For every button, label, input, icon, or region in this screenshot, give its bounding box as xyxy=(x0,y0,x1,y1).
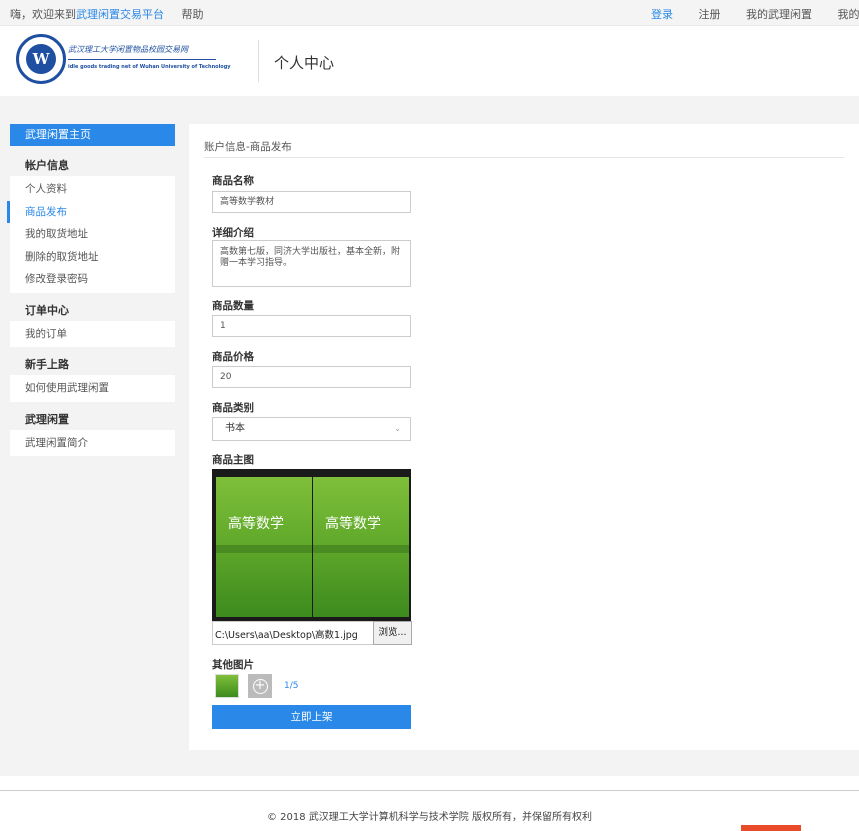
header-divider xyxy=(258,40,259,82)
other-image-thumbnail[interactable] xyxy=(215,674,239,698)
sidebar-group-about: 武理闲置简介 xyxy=(7,429,175,456)
book-band-right xyxy=(313,545,409,553)
top-bar: 嗨，欢迎来到武理闲置交易平台 帮助 登录 注册 我的武理闲置 我的订单 xyxy=(0,0,859,26)
book-cover-right: 高等数学 xyxy=(313,477,409,617)
category-select[interactable]: 书本 ⌄ xyxy=(212,417,411,441)
footer-divider xyxy=(0,790,859,791)
category-selected-value: 书本 xyxy=(225,423,245,434)
browse-button[interactable]: 浏览... xyxy=(373,621,412,645)
file-input[interactable]: C:\Users\aa\Desktop\高数1.jpg 浏览... xyxy=(212,621,412,645)
sidebar-item-profile[interactable]: 个人资料 xyxy=(7,178,175,201)
brand-link[interactable]: 武理闲置交易平台 xyxy=(76,8,164,21)
sidebar-section-orders: 订单中心 xyxy=(25,303,69,317)
logo-emblem-icon: W xyxy=(26,44,56,74)
sidebar-item-intro[interactable]: 武理闲置简介 xyxy=(7,432,175,455)
register-link[interactable]: 注册 xyxy=(699,8,721,21)
main-image-preview: 高等数学 高等数学 xyxy=(212,469,411,621)
sidebar-section-newbie: 新手上路 xyxy=(25,358,69,371)
main-image-label: 商品主图 xyxy=(212,454,254,466)
file-path: C:\Users\aa\Desktop\高数1.jpg xyxy=(215,630,358,641)
logo-divider xyxy=(68,59,216,60)
help-link[interactable]: 帮助 xyxy=(182,8,204,21)
top-bar-left: 嗨，欢迎来到武理闲置交易平台 帮助 xyxy=(10,6,204,22)
greeting-text: 嗨，欢迎来到 xyxy=(10,8,76,21)
top-bar-right: 登录 注册 我的武理闲置 我的订单 xyxy=(651,6,859,22)
footer-badge-icon xyxy=(741,825,801,831)
sidebar-group-account: 个人资料 商品发布 我的取货地址 删除的取货地址 修改登录密码 xyxy=(7,176,175,293)
plus-circle-icon: + xyxy=(252,678,268,694)
quantity-input[interactable]: 1 xyxy=(212,315,411,337)
sidebar-item-my-orders[interactable]: 我的订单 xyxy=(7,323,175,346)
price-label: 商品价格 xyxy=(212,351,254,363)
site-header: W 武汉理工大学闲置物品校园交易网 idle goods trading net… xyxy=(0,26,859,96)
chevron-down-icon: ⌄ xyxy=(394,424,401,433)
sidebar-item-pickup-address[interactable]: 我的取货地址 xyxy=(7,223,175,246)
logo-text-en: idle goods trading net of Wuhan Universi… xyxy=(68,64,231,70)
book-title-left: 高等数学 xyxy=(228,516,284,532)
image-count: 1/5 xyxy=(284,681,299,691)
book-title-right: 高等数学 xyxy=(325,516,381,532)
sidebar: 武理闲置主页 帐户信息 个人资料 商品发布 我的取货地址 删除的取货地址 修改登… xyxy=(7,124,175,464)
book-cover-left: 高等数学 xyxy=(216,477,312,617)
sidebar-item-publish[interactable]: 商品发布 xyxy=(7,200,175,223)
detail-textarea[interactable]: 高数第七版，同济大学出版社，基本全新，附赠一本学习指导。 xyxy=(212,240,411,287)
sidebar-group-newbie: 如何使用武理闲置 xyxy=(10,375,175,402)
sidebar-item-change-password[interactable]: 修改登录密码 xyxy=(7,268,175,291)
sidebar-group-orders: 我的订单 xyxy=(7,320,175,347)
my-orders-link[interactable]: 我的订单 xyxy=(838,8,859,21)
name-label: 商品名称 xyxy=(212,175,254,187)
book-band-left xyxy=(216,545,312,553)
price-input[interactable]: 20 xyxy=(212,366,411,388)
detail-label: 详细介绍 xyxy=(212,227,254,239)
add-image-button[interactable]: + xyxy=(248,674,272,698)
login-link[interactable]: 登录 xyxy=(651,8,673,21)
sidebar-item-deleted-address[interactable]: 删除的取货地址 xyxy=(7,246,175,269)
university-logo[interactable]: W xyxy=(16,34,66,84)
other-images-label: 其他图片 xyxy=(212,659,254,671)
logo-text-cn: 武汉理工大学闲置物品校园交易网 xyxy=(68,45,188,54)
my-items-link[interactable]: 我的武理闲置 xyxy=(746,8,812,21)
page-title: 个人中心 xyxy=(274,54,335,72)
publish-button[interactable]: 立即上架 xyxy=(212,705,411,729)
content-panel: 账户信息-商品发布 商品名称 高等数学教材 详细介绍 高数第七版，同济大学出版社… xyxy=(189,124,859,750)
breadcrumb-divider xyxy=(204,157,844,158)
category-label: 商品类别 xyxy=(212,402,254,414)
quantity-label: 商品数量 xyxy=(212,300,254,312)
sidebar-section-account: 帐户信息 xyxy=(25,159,69,172)
footer-copyright: © 2018 武汉理工大学计算机科学与技术学院 版权所有，并保留所有权利 xyxy=(267,812,592,823)
sidebar-home-link[interactable]: 武理闲置主页 xyxy=(10,124,175,146)
sidebar-section-about: 武理闲置 xyxy=(25,412,69,426)
sidebar-item-how-to-use[interactable]: 如何使用武理闲置 xyxy=(7,377,175,400)
name-input[interactable]: 高等数学教材 xyxy=(212,191,411,213)
breadcrumb: 账户信息-商品发布 xyxy=(204,141,292,153)
